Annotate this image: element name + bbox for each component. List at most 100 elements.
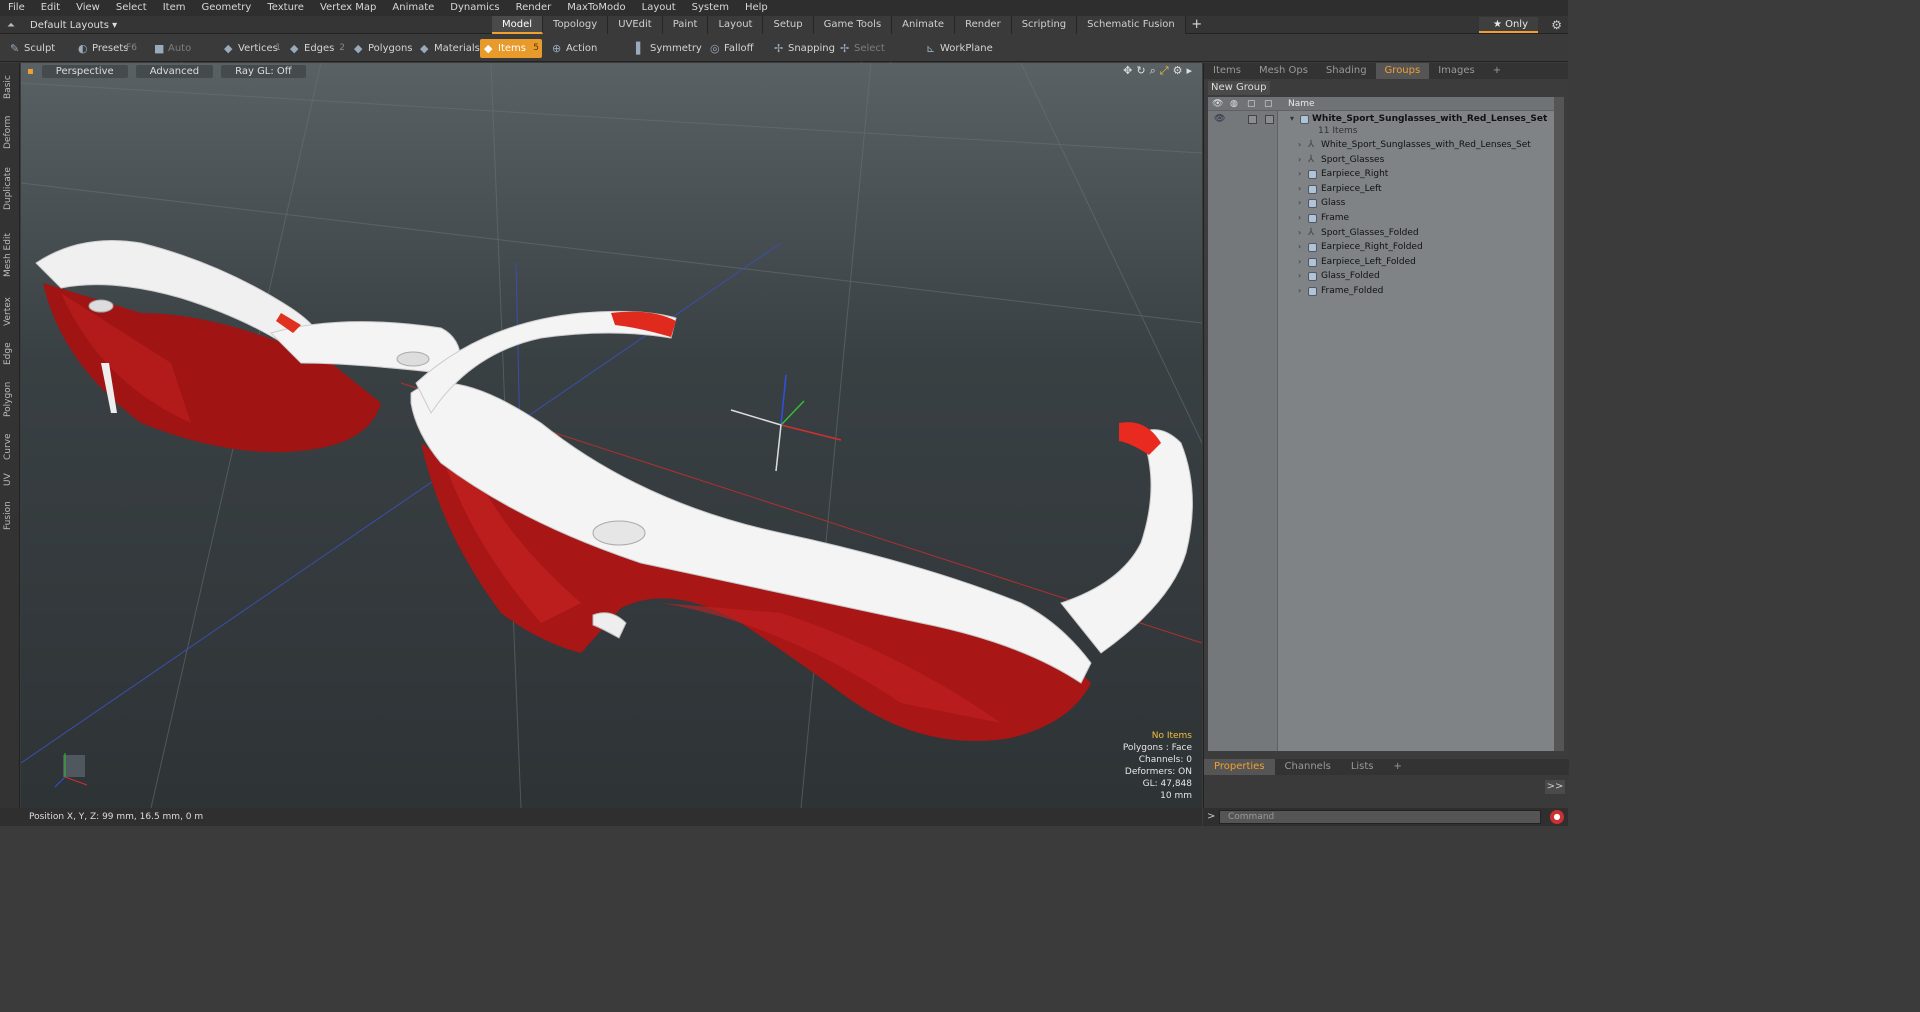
left-tab-edge[interactable]: Edge: [3, 337, 17, 371]
sculpt-button[interactable]: ✎ Sculpt: [6, 39, 68, 58]
menu-item-help[interactable]: Help: [737, 0, 776, 16]
tab-scripting[interactable]: Scripting: [1011, 16, 1078, 34]
right-tab-groups[interactable]: Groups: [1375, 63, 1430, 79]
shading-mode-button[interactable]: Advanced: [135, 64, 214, 78]
expand-properties-button[interactable]: >>: [1545, 780, 1565, 794]
tab-paint[interactable]: Paint: [662, 16, 709, 34]
layout-toggle-icon[interactable]: ⏶: [0, 20, 22, 31]
list-item[interactable]: › Earpiece_Right: [1208, 167, 1554, 182]
tab-schematic-fusion[interactable]: Schematic Fusion: [1077, 16, 1186, 34]
left-tab-curve[interactable]: Curve: [3, 427, 17, 467]
group-select-box[interactable]: [1265, 115, 1274, 124]
bottom-tab-lists[interactable]: Lists: [1341, 759, 1384, 775]
tab-animate[interactable]: Animate: [892, 16, 956, 34]
list-item[interactable]: › ⅄ Sport_Glasses: [1208, 153, 1554, 168]
materials-button[interactable]: ◆ Materials: [416, 39, 480, 58]
falloff-button[interactable]: ◎ Falloff: [706, 39, 762, 58]
right-tab-items[interactable]: Items: [1204, 63, 1250, 79]
command-history-icon[interactable]: >: [1207, 808, 1215, 826]
right-tab-mesh-ops[interactable]: Mesh Ops: [1250, 63, 1317, 79]
visibility-column-icon[interactable]: 👁: [1212, 97, 1223, 111]
add-tab-icon[interactable]: +: [1186, 16, 1208, 34]
left-tab-deform[interactable]: Deform: [3, 109, 17, 155]
menu-item-system[interactable]: System: [684, 0, 737, 16]
vertices-button[interactable]: ◆ Vertices 1: [220, 39, 284, 58]
left-tab-polygon[interactable]: Polygon: [3, 373, 17, 425]
group-lock-box[interactable]: [1248, 115, 1257, 124]
expand-arrow-icon[interactable]: ▸: [1186, 64, 1192, 78]
list-item[interactable]: › Frame_Folded: [1208, 284, 1554, 299]
edges-button[interactable]: ◆ Edges 2: [286, 39, 348, 58]
menu-item-texture[interactable]: Texture: [259, 0, 312, 16]
select-through-button[interactable]: ✢Select Through: [836, 39, 918, 73]
presets-button[interactable]: ◐ Presets F6: [74, 39, 140, 58]
left-tab-uv[interactable]: UV: [3, 469, 17, 491]
new-group-button[interactable]: New Group: [1208, 81, 1270, 95]
tab-setup[interactable]: Setup: [763, 16, 814, 34]
menu-item-edit[interactable]: Edit: [33, 0, 68, 16]
only-toggle[interactable]: ★ Only: [1478, 17, 1538, 33]
menu-item-animate[interactable]: Animate: [384, 0, 442, 16]
lock-column-icon[interactable]: ▢: [1247, 97, 1256, 111]
list-item[interactable]: › Earpiece_Left_Folded: [1208, 255, 1554, 270]
action-center-button[interactable]: ⊕Action Center: [548, 39, 624, 73]
tab-topology[interactable]: Topology: [543, 16, 609, 34]
left-tab-duplicate[interactable]: Duplicate: [3, 157, 17, 221]
pan-icon[interactable]: ✥: [1123, 64, 1132, 78]
tab-game-tools[interactable]: Game Tools: [813, 16, 893, 34]
maximize-icon[interactable]: ⤢: [1160, 64, 1169, 78]
right-tab-images[interactable]: Images: [1429, 63, 1484, 79]
bottom-tab-properties[interactable]: Properties: [1204, 759, 1275, 775]
polygons-button[interactable]: ◆ Polygons: [350, 39, 413, 58]
workplane-button[interactable]: ⊾ WorkPlane: [922, 39, 993, 58]
list-item[interactable]: › Glass: [1208, 196, 1554, 211]
list-item[interactable]: › Earpiece_Left: [1208, 182, 1554, 197]
render-column-icon[interactable]: ◍: [1230, 97, 1238, 111]
add-bottom-tab-icon[interactable]: +: [1384, 759, 1412, 775]
menu-item-render[interactable]: Render: [508, 0, 560, 16]
menu-item-dynamics[interactable]: Dynamics: [442, 0, 507, 16]
bottom-tab-channels[interactable]: Channels: [1275, 759, 1341, 775]
menu-item-file[interactable]: File: [0, 0, 33, 16]
left-tab-fusion[interactable]: Fusion: [3, 493, 17, 539]
menu-item-geometry[interactable]: Geometry: [193, 0, 259, 16]
view-type-button[interactable]: Perspective: [41, 64, 128, 78]
raygl-button[interactable]: Ray GL: Off: [221, 64, 306, 78]
viewport-settings-icon[interactable]: ⚙: [1173, 64, 1183, 78]
list-item[interactable]: › ⅄ Sport_Glasses_Folded: [1208, 226, 1554, 241]
left-tab-basic[interactable]: Basic: [3, 67, 17, 107]
left-tab-vertex[interactable]: Vertex: [3, 289, 17, 335]
symmetry-button[interactable]: ▌ Symmetry: [632, 39, 702, 58]
select-column-icon[interactable]: ▢: [1264, 97, 1273, 111]
menu-item-select[interactable]: Select: [108, 0, 155, 16]
name-column-header[interactable]: Name: [1288, 97, 1315, 111]
list-item[interactable]: › Glass_Folded: [1208, 269, 1554, 284]
zoom-icon[interactable]: ⌕: [1150, 64, 1156, 78]
list-item[interactable]: › ⅄ White_Sport_Sunglasses_with_Red_Lenses…: [1208, 138, 1554, 153]
command-input[interactable]: Command: [1219, 810, 1541, 824]
tab-layout[interactable]: Layout: [708, 16, 764, 34]
auto-select-button[interactable]: ■Auto Select: [150, 39, 216, 73]
right-tab-shading[interactable]: Shading: [1317, 63, 1376, 79]
list-scrollbar[interactable]: [1554, 97, 1564, 751]
menu-item-item[interactable]: Item: [155, 0, 194, 16]
snapping-button[interactable]: ✢ Snapping: [770, 39, 835, 58]
left-tab-mesh-edit[interactable]: Mesh Edit: [3, 223, 17, 287]
list-item[interactable]: › Frame: [1208, 211, 1554, 226]
rotate-icon[interactable]: ↻: [1136, 64, 1145, 78]
items-button[interactable]: ◆ Items 5: [480, 39, 542, 58]
tab-model[interactable]: Model: [492, 16, 544, 34]
list-item[interactable]: › Earpiece_Right_Folded: [1208, 240, 1554, 255]
add-right-tab-icon[interactable]: +: [1484, 63, 1510, 79]
stop-icon[interactable]: ●: [1550, 810, 1564, 824]
tab-uvedit[interactable]: UVEdit: [608, 16, 663, 34]
menu-item-vertex-map[interactable]: Vertex Map: [312, 0, 384, 16]
tab-render[interactable]: Render: [955, 16, 1012, 34]
menu-item-layout[interactable]: Layout: [634, 0, 684, 16]
gear-icon[interactable]: ⚙: [1551, 16, 1562, 34]
menu-item-maxtomodo[interactable]: MaxToModo: [559, 0, 633, 16]
viewport-menu-icon[interactable]: ▪: [27, 66, 34, 77]
3d-viewport[interactable]: ▪ Perspective Advanced Ray GL: Off ✥ ↻ ⌕…: [21, 63, 1202, 808]
menu-item-view[interactable]: View: [68, 0, 108, 16]
layout-selector[interactable]: Default Layouts ▾: [22, 20, 117, 31]
